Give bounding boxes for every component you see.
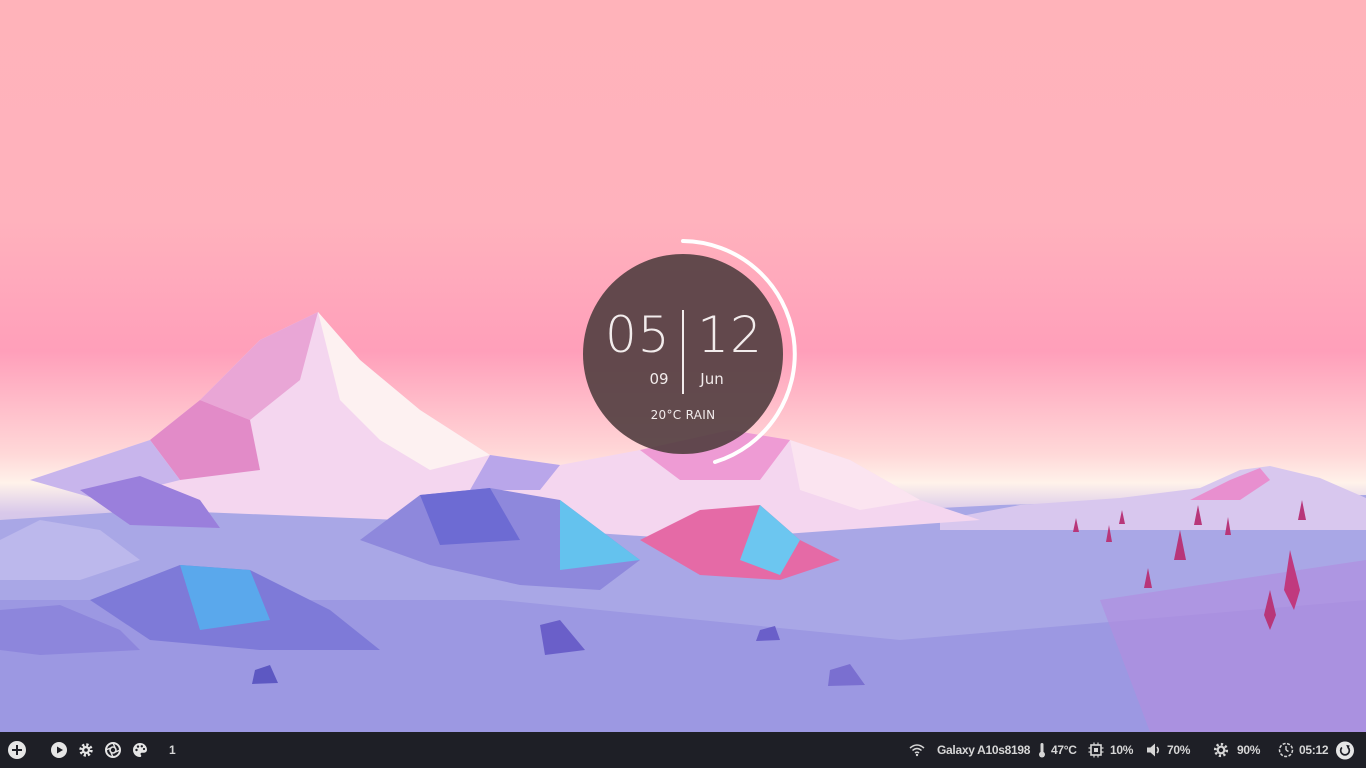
clock-status[interactable]: 05:12 <box>1277 732 1329 768</box>
temperature-status[interactable]: 47°C <box>1033 732 1077 768</box>
workspace-indicator[interactable]: 1 <box>169 732 176 768</box>
power-button[interactable] <box>1336 732 1354 768</box>
speaker-icon <box>1145 741 1163 759</box>
weather-label: 20°C RAIN <box>650 408 716 422</box>
wifi-icon <box>908 741 926 759</box>
clock-month: Jun <box>700 370 724 388</box>
clock-minute: 09 <box>649 370 669 388</box>
time-value: 05:12 <box>1299 743 1329 757</box>
play-icon <box>50 741 68 759</box>
plus-circle-icon <box>8 741 26 759</box>
settings-button[interactable] <box>77 732 95 768</box>
workspace-number: 1 <box>169 743 176 757</box>
thermometer-icon <box>1033 741 1051 759</box>
volume-value: 70% <box>1167 743 1191 757</box>
network-name: Galaxy A10s8198 <box>937 743 1031 757</box>
sun-icon <box>1212 741 1230 759</box>
aperture-icon <box>104 741 122 759</box>
cpu-value: 10% <box>1110 743 1134 757</box>
cpu-status[interactable]: 10% <box>1087 732 1133 768</box>
volume-control[interactable]: 70% <box>1145 732 1190 768</box>
clock-divider <box>682 310 684 394</box>
clock-icon <box>1277 741 1295 759</box>
brightness-control[interactable]: 90% <box>1212 732 1260 768</box>
power-icon <box>1336 741 1354 759</box>
taskbar: 1 Galaxy A10s8198 47°C 10% 70% 90% 05:12 <box>0 732 1366 768</box>
camera-button[interactable] <box>104 732 122 768</box>
cpu-icon <box>1087 741 1105 759</box>
network-status[interactable]: Galaxy A10s8198 <box>908 732 1030 768</box>
temperature-value: 47°C <box>1051 743 1077 757</box>
gear-icon <box>77 741 95 759</box>
clock-day: 12 <box>697 306 763 364</box>
clock-widget: 05 12 09 Jun 20°C RAIN <box>583 239 797 464</box>
palette-icon <box>131 741 149 759</box>
brightness-value: 90% <box>1237 743 1261 757</box>
launcher-button[interactable] <box>8 732 26 768</box>
clock-hour: 05 <box>605 306 671 364</box>
theme-button[interactable] <box>131 732 149 768</box>
media-button[interactable] <box>50 732 68 768</box>
